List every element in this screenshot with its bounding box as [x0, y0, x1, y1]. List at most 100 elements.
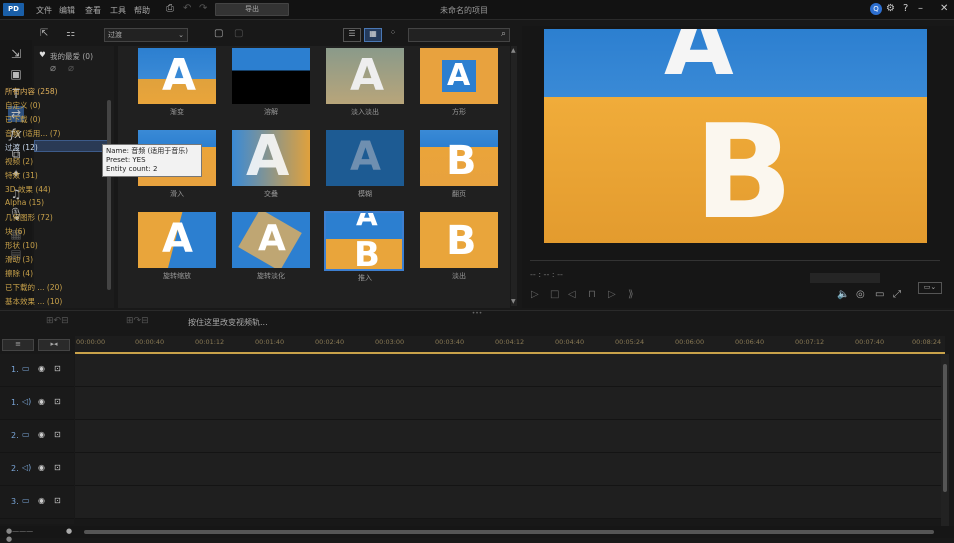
category-item[interactable]: 视频 (2)	[5, 156, 33, 167]
export-button[interactable]: 导出	[215, 3, 289, 16]
transition-thumb[interactable]: A	[232, 212, 310, 268]
category-select[interactable]: 过渡 ⌄	[104, 28, 188, 42]
lock-icon[interactable]: ⊡	[54, 430, 61, 439]
category-item[interactable]: 自定义 (0)	[5, 100, 41, 111]
snapshot-icon[interactable]: ◎	[856, 289, 865, 300]
zoom-dot-icon[interactable]: ●	[66, 527, 72, 535]
category-item[interactable]: 所有内容 (258)	[5, 86, 58, 97]
eye-icon[interactable]: ◉	[38, 430, 45, 439]
media-room-icon[interactable]: ▣	[8, 66, 24, 82]
lock-icon[interactable]: ⊡	[54, 364, 61, 373]
transition-thumb[interactable]: B	[420, 212, 498, 268]
settings-icon[interactable]: ⚙	[886, 3, 895, 14]
volume-icon[interactable]: 🔈	[837, 289, 849, 300]
zoom-slider[interactable]: ●———●	[6, 527, 36, 543]
prev-frame-icon[interactable]: ◁	[568, 289, 576, 300]
resize-handle[interactable]: •••	[465, 310, 489, 317]
fast-forward-icon[interactable]: ⟫	[628, 289, 634, 300]
tag-remove-icon[interactable]: ⌀	[68, 63, 74, 74]
video-track-3[interactable]	[75, 486, 941, 519]
list-view-icon[interactable]: ☰	[343, 28, 361, 42]
lock-icon[interactable]: ⊡	[54, 463, 61, 472]
menu-help[interactable]: 帮助	[134, 5, 150, 16]
transition-thumb[interactable]	[232, 48, 310, 104]
close-icon[interactable]: ✕	[940, 3, 948, 14]
save-icon[interactable]: ⎙	[166, 3, 174, 14]
audio-track-2[interactable]	[75, 453, 941, 486]
scroll-down-icon[interactable]: ▼	[511, 298, 516, 305]
tooltip-line: Name: 音频 (适用于音乐)	[106, 147, 188, 155]
import-media-icon[interactable]: ⇲	[8, 46, 24, 62]
timeline-vertical-scrollbar[interactable]	[941, 354, 949, 526]
fullscreen-icon[interactable]: ⤢	[893, 289, 901, 300]
timeline-horizontal-scrollbar[interactable]	[0, 526, 954, 538]
category-item-selected[interactable]: 过渡 (12)	[5, 142, 38, 153]
tag-icon[interactable]: ⌀	[50, 63, 56, 74]
track-manager-icon[interactable]: ⊞↶⊟	[46, 316, 69, 326]
copy-icon[interactable]: ▢	[234, 28, 243, 39]
eye-icon[interactable]: ◉	[38, 496, 45, 505]
transition-thumb[interactable]: B	[420, 130, 498, 186]
edit-tools-icon[interactable]: ⊞↷⊟	[126, 316, 149, 326]
library-scrollbar[interactable]	[511, 46, 517, 306]
menu-tools[interactable]: 工具	[110, 5, 126, 16]
track-header: 2. ◁) ◉ ⊡	[0, 453, 74, 486]
category-item[interactable]: 基本效果 ... (10)	[5, 296, 62, 307]
category-item[interactable]: 形状 (10)	[5, 240, 38, 251]
eye-icon[interactable]: ◉	[38, 463, 45, 472]
new-file-icon[interactable]: ▢	[214, 28, 223, 39]
lock-icon[interactable]: ⊡	[54, 397, 61, 406]
category-item[interactable]: Alpha (15)	[5, 198, 44, 207]
lock-icon[interactable]: ⊡	[54, 496, 61, 505]
video-track-1[interactable]	[75, 354, 941, 387]
audio-track-1[interactable]	[75, 387, 941, 420]
next-frame-icon[interactable]: ▷	[608, 289, 616, 300]
volume-slider[interactable]	[810, 273, 880, 283]
transition-thumb[interactable]: A	[420, 48, 498, 104]
redo-icon[interactable]: ↷	[199, 3, 207, 14]
timeline-view-button[interactable]: ≡	[2, 339, 34, 351]
scroll-up-icon[interactable]: ▲	[511, 47, 516, 54]
video-track-2[interactable]	[75, 420, 941, 453]
category-item[interactable]: 音频 (适用... (7)	[5, 128, 60, 139]
eye-icon[interactable]: ◉	[38, 397, 45, 406]
search-input[interactable]: ⌕	[408, 28, 510, 42]
menu-file[interactable]: 文件	[36, 5, 52, 16]
view-mode-icon[interactable]: ▭⌄	[918, 282, 942, 294]
category-item[interactable]: 擦除 (4)	[5, 268, 33, 279]
transition-thumb[interactable]: A	[326, 48, 404, 104]
transition-thumb[interactable]: A	[138, 48, 216, 104]
category-item[interactable]: 已下载 (0)	[5, 114, 41, 125]
small-grid-icon[interactable]: ⁘	[386, 28, 400, 42]
transition-thumb[interactable]: A	[138, 212, 216, 268]
category-select-value: 过渡	[108, 31, 122, 39]
grid-view-icon[interactable]: ▦	[364, 28, 382, 42]
display-icon[interactable]: ▭	[875, 289, 884, 300]
transition-thumb[interactable]: A	[326, 130, 404, 186]
category-item[interactable]: 滑动 (3)	[5, 254, 33, 265]
category-item[interactable]: 已下载的 ... (20)	[5, 282, 62, 293]
split-icon[interactable]: ⊓	[588, 289, 596, 300]
import-icon[interactable]: ⇱	[40, 28, 48, 39]
transition-thumb-selected[interactable]: AB	[324, 211, 404, 271]
menu-view[interactable]: 查看	[85, 5, 101, 16]
category-item[interactable]: 3D 效果 (44)	[5, 184, 51, 195]
undo-icon[interactable]: ↶	[183, 3, 191, 14]
minimize-icon[interactable]: –	[918, 3, 923, 14]
account-icon[interactable]: Q	[870, 3, 882, 15]
preview-seek-bar[interactable]	[530, 260, 940, 261]
stop-icon[interactable]: □	[550, 289, 559, 300]
category-item[interactable]: 几何图形 (72)	[5, 212, 53, 223]
category-scrollbar[interactable]	[107, 100, 111, 290]
storyboard-view-button[interactable]: ▸◂	[38, 339, 70, 351]
play-icon[interactable]: ▷	[531, 289, 539, 300]
category-item[interactable]: 块 (6)	[5, 226, 26, 237]
tooltip-line: Preset: YES	[106, 156, 146, 164]
menu-edit[interactable]: 编辑	[59, 5, 75, 16]
category-item[interactable]: 特效 (31)	[5, 170, 38, 181]
eye-icon[interactable]: ◉	[38, 364, 45, 373]
favorites-label[interactable]: 我的最爱 (0)	[50, 51, 93, 62]
help-icon[interactable]: ?	[903, 3, 908, 14]
plugin-icon[interactable]: ⚏	[66, 28, 75, 39]
transition-thumb[interactable]: A	[232, 130, 310, 186]
